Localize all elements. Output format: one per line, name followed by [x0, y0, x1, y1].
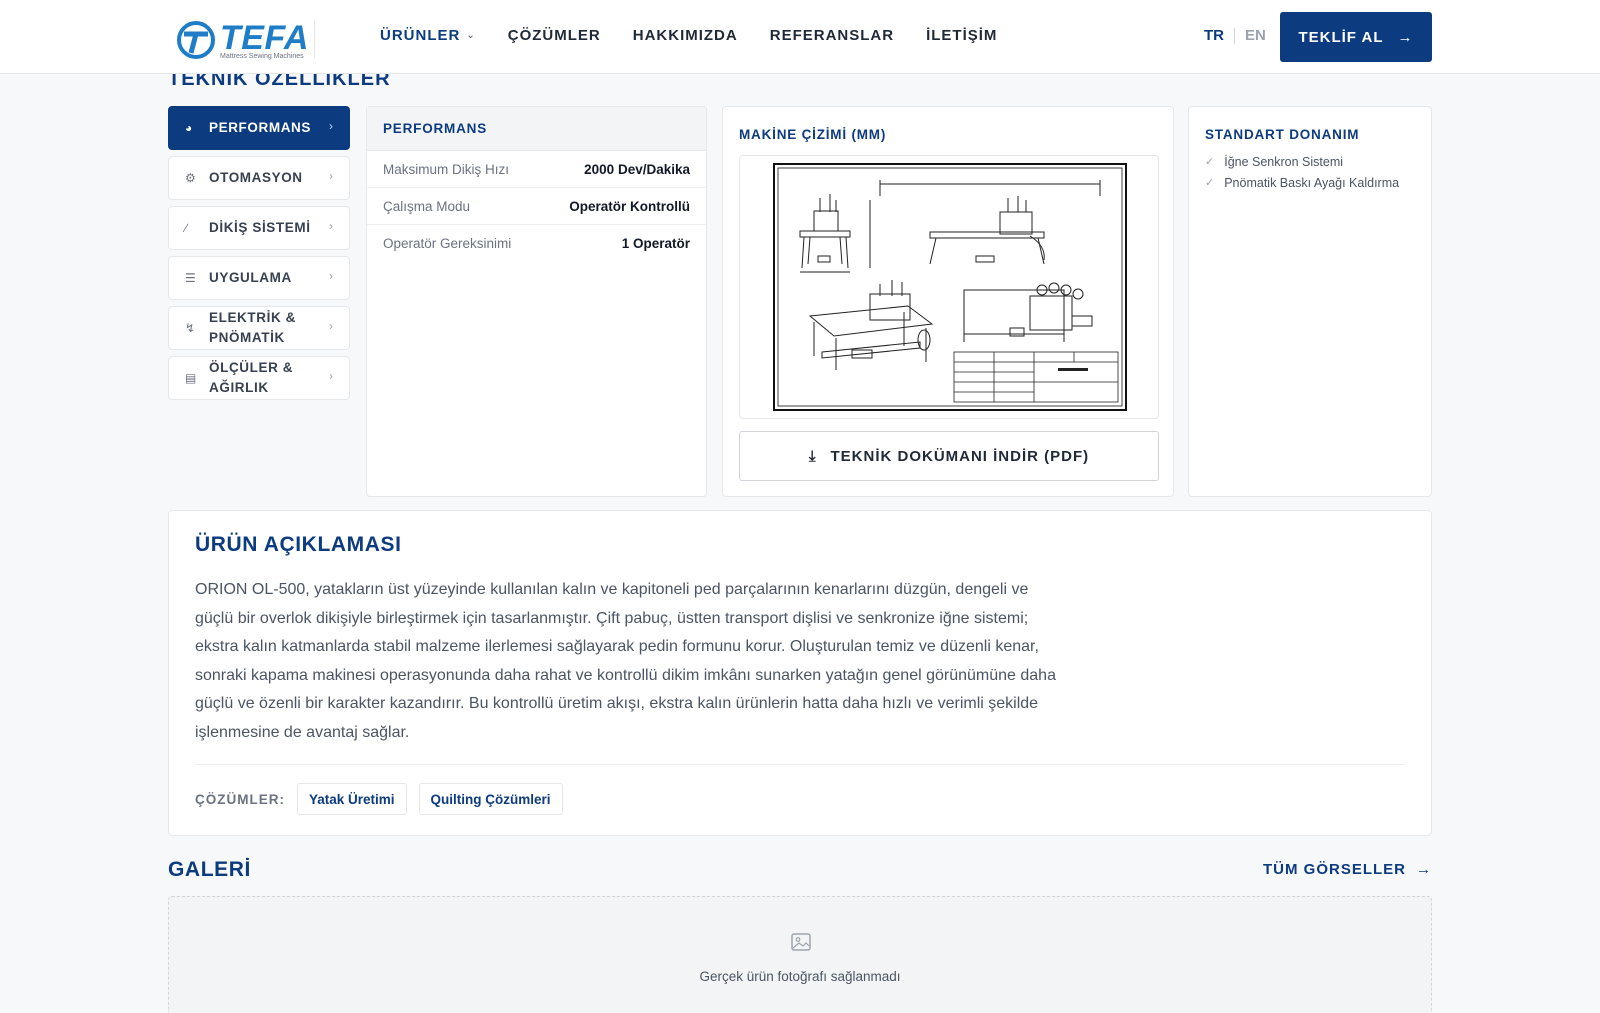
tab-electric-pneumatic[interactable]: ↯ ELEKTRİK & PNÖMATİK ›	[168, 306, 350, 350]
list-item-label: Pnömatik Baskı Ayağı Kaldırma	[1224, 176, 1400, 190]
list-item-label: İğne Senkron Sistemi	[1224, 155, 1344, 169]
gauge-icon: ◕	[185, 121, 193, 135]
tab-label: OTOMASYON	[209, 170, 303, 185]
spec-row: Çalışma Modu Operatör Kontrollü	[367, 188, 706, 225]
list-item: ✓ İğne Senkron Sistemi	[1205, 152, 1415, 173]
all-images-link[interactable]: TÜM GÖRSELLER →	[1263, 861, 1432, 878]
description-title: ÜRÜN AÇIKLAMASI	[195, 533, 402, 556]
product-description-card: ÜRÜN AÇIKLAMASI ORION OL-500, yatakların…	[168, 510, 1432, 836]
chevron-down-icon: ⌄	[466, 30, 476, 41]
nav-references[interactable]: REFERANSLAR	[770, 26, 894, 46]
gallery-title: GALERİ	[168, 858, 251, 881]
spec-row: Maksimum Dikiş Hızı 2000 Dev/Dakika	[367, 151, 706, 188]
chevron-right-icon: ›	[329, 119, 333, 133]
description-text: ORION OL-500, yatakların üst yüzeyinde k…	[195, 581, 1056, 741]
standard-equipment-title: STANDART DONANIM	[1205, 127, 1360, 142]
ruler-icon: ▤	[185, 371, 197, 385]
chevron-right-icon: ›	[329, 269, 333, 283]
tab-label: ELEKTRİK & PNÖMATİK	[209, 310, 296, 345]
logo-text: TEFA	[220, 19, 309, 57]
solutions-row: ÇÖZÜMLER: Yatak Üretimi Quilting Çözümle…	[195, 783, 563, 815]
spec-key: Maksimum Dikiş Hızı	[383, 161, 510, 177]
nav-products[interactable]: ÜRÜNLER ⌄	[380, 26, 476, 46]
spec-row: Operatör Gereksinimi 1 Operatör	[367, 225, 706, 262]
divider	[195, 764, 1405, 765]
tab-application[interactable]: ☰ UYGULAMA ›	[168, 256, 350, 300]
tab-label: PERFORMANS	[209, 120, 312, 135]
spec-value: Operatör Kontrollü	[569, 198, 690, 214]
main-nav: ÜRÜNLER ⌄ ÇÖZÜMLER HAKKIMIZDA REFERANSLA…	[380, 26, 997, 46]
gallery-empty-note: Gerçek ürün fotoğrafı sağlanmadı	[699, 969, 901, 984]
tab-sewing-system[interactable]: ∕ DİKİŞ SİSTEMİ ›	[168, 206, 350, 250]
chevron-right-icon: ›	[329, 169, 333, 183]
tab-label: UYGULAMA	[209, 270, 292, 285]
tab-dimensions-weight[interactable]: ▤ ÖLÇÜLER & AĞIRLIK ›	[168, 356, 350, 400]
lang-tr[interactable]: TR	[1204, 27, 1224, 44]
chevron-right-icon: ›	[329, 219, 333, 233]
quote-button-label: TEKLİF AL	[1298, 28, 1384, 46]
download-icon: ⤓	[808, 447, 817, 465]
chevron-right-icon: ›	[329, 319, 333, 333]
tefa-logo[interactable]: TEFA Mattress Sewing Machines	[176, 18, 308, 62]
quote-button[interactable]: TEKLİF AL →	[1280, 12, 1432, 62]
solution-chip-mattress[interactable]: Yatak Üretimi	[297, 783, 407, 815]
image-icon	[791, 933, 811, 951]
solution-chip-quilting[interactable]: Quilting Çözümleri	[418, 783, 563, 815]
site-header: TEFA Mattress Sewing Machines ÜRÜNLER ⌄ …	[0, 0, 1600, 74]
solutions-label: ÇÖZÜMLER:	[195, 791, 285, 807]
tab-automation[interactable]: ⚙ OTOMASYON ›	[168, 156, 350, 200]
header-divider	[314, 20, 315, 58]
machine-drawing-image[interactable]	[739, 155, 1159, 419]
check-icon: ✓	[1205, 177, 1215, 189]
nav-solutions[interactable]: ÇÖZÜMLER	[508, 26, 601, 46]
tab-label: ÖLÇÜLER & AĞIRLIK	[209, 360, 294, 395]
spec-key: Çalışma Modu	[383, 198, 471, 214]
spec-tabs: ◕ PERFORMANS › ⚙ OTOMASYON › ∕ DİKİŞ SİS…	[168, 106, 350, 406]
lang-en[interactable]: EN	[1245, 27, 1266, 44]
tab-performance[interactable]: ◕ PERFORMANS ›	[168, 106, 350, 150]
spec-key: Operatör Gereksinimi	[383, 236, 512, 251]
performance-panel: PERFORMANS Maksimum Dikiş Hızı 2000 Dev/…	[366, 106, 707, 497]
logo-subtitle: Mattress Sewing Machines	[220, 53, 304, 60]
check-icon: ✓	[1205, 156, 1215, 168]
spec-value: 2000 Dev/Dakika	[584, 161, 690, 177]
needle-icon: ∕	[185, 221, 188, 235]
all-images-label: TÜM GÖRSELLER	[1263, 861, 1406, 878]
nav-contact[interactable]: İLETİŞİM	[926, 26, 997, 46]
bolt-icon: ↯	[185, 321, 196, 335]
list-item: ✓ Pnömatik Baskı Ayağı Kaldırma	[1205, 173, 1415, 194]
drawing-panel: MAKİNE ÇİZİMİ (MM) ⤓ TEKNİK DOKÜMANI İND…	[722, 106, 1174, 497]
gallery-placeholder: Gerçek ürün fotoğrafı sağlanmadı	[168, 896, 1432, 1013]
lang-divider	[1234, 27, 1235, 44]
layers-icon: ☰	[185, 271, 196, 285]
download-pdf-button[interactable]: ⤓ TEKNİK DOKÜMANI İNDİR (PDF)	[739, 431, 1159, 481]
download-pdf-label: TEKNİK DOKÜMANI İNDİR (PDF)	[830, 447, 1090, 465]
nav-about[interactable]: HAKKIMIZDA	[633, 26, 738, 46]
logo-mark-icon	[177, 21, 215, 59]
technical-drawing-icon	[773, 163, 1127, 411]
drawing-title: MAKİNE ÇİZİMİ (MM)	[739, 127, 887, 142]
tab-label: DİKİŞ SİSTEMİ	[209, 220, 311, 235]
standard-equipment-panel: STANDART DONANIM ✓ İğne Senkron Sistemi …	[1188, 106, 1432, 497]
spec-value: 1 Operatör	[621, 236, 690, 251]
arrow-right-icon: →	[1416, 861, 1432, 878]
arrow-right-icon: →	[1397, 28, 1414, 46]
nav-products-label: ÜRÜNLER	[380, 27, 461, 44]
chevron-right-icon: ›	[329, 369, 333, 383]
cog-icon: ⚙	[185, 171, 196, 185]
language-switcher: TR EN	[1204, 27, 1266, 44]
performance-panel-title: PERFORMANS	[367, 107, 706, 151]
